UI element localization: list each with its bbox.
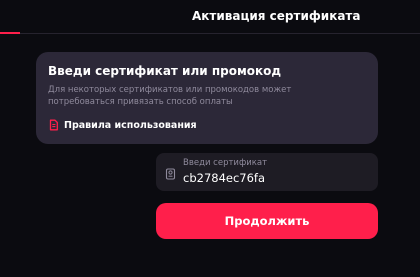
certificate-input[interactable]: Введи сертификат cb2784ec76fa [156, 153, 378, 191]
page-title: Активация сертификата [192, 9, 361, 23]
header: Активация сертификата [0, 0, 420, 34]
usage-rules-label: Правила использования [64, 119, 197, 131]
certificate-activation-page: Активация сертификата Введи сертификат и… [0, 0, 420, 277]
continue-button[interactable]: Продолжить [156, 203, 378, 239]
active-tab-indicator [0, 32, 20, 34]
document-icon [48, 119, 59, 131]
certificate-input-value[interactable]: cb2784ec76fa [183, 171, 265, 185]
ticket-icon [165, 165, 176, 184]
info-card: Введи сертификат или промокод Для некото… [36, 52, 378, 144]
certificate-input-label: Введи сертификат [183, 158, 268, 168]
info-card-title: Введи сертификат или промокод [48, 64, 282, 78]
header-divider [20, 33, 420, 34]
usage-rules-link[interactable]: Правила использования [48, 118, 197, 132]
info-card-description: Для некоторых сертификатов или промокодо… [48, 85, 292, 107]
